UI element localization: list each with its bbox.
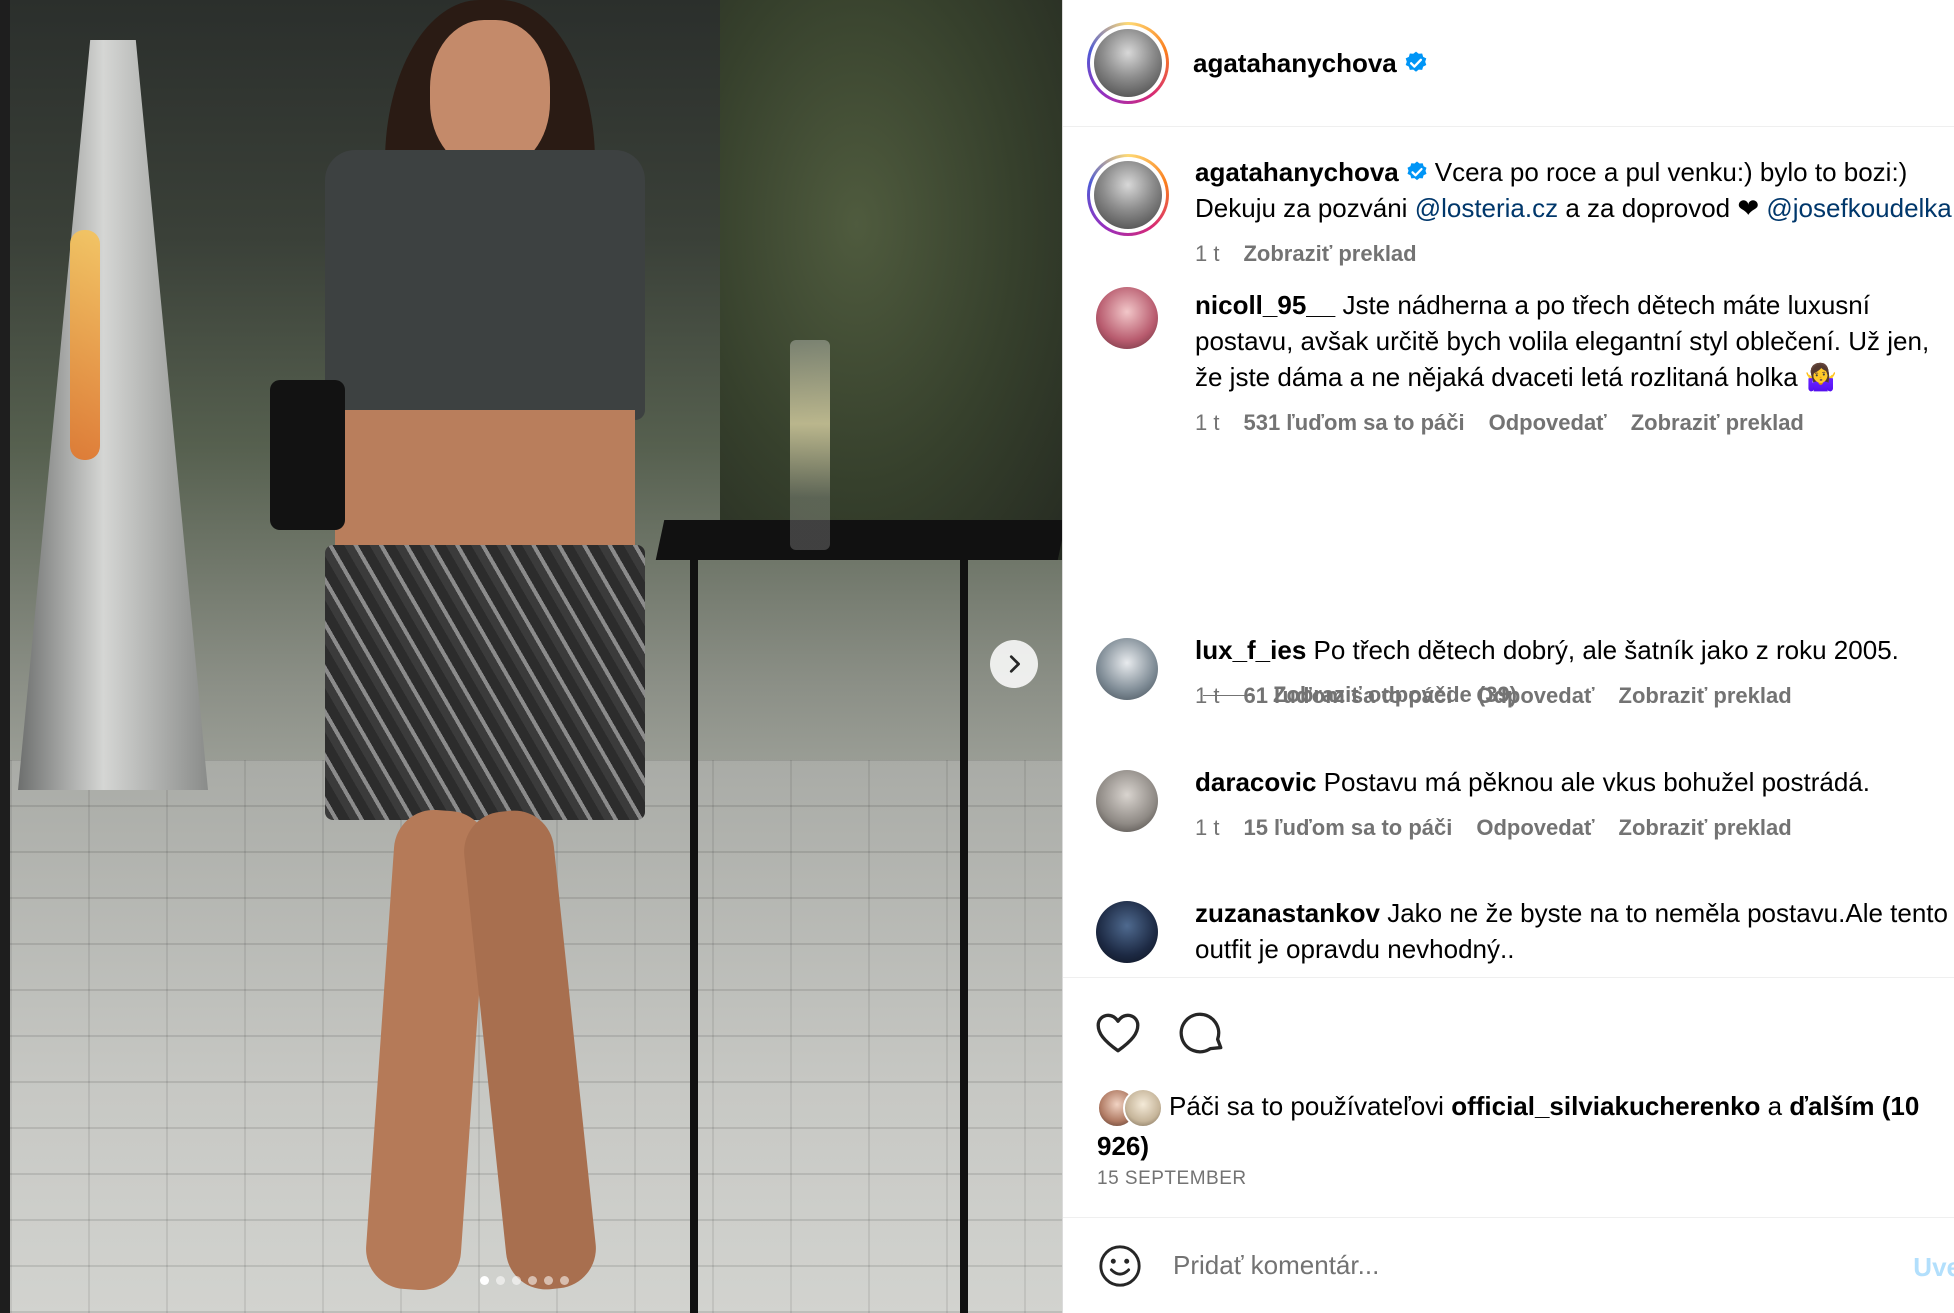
bar-table	[655, 520, 1062, 560]
table-leg	[690, 560, 698, 1313]
reply-button[interactable]: Odpovedať	[1476, 678, 1594, 714]
comment-username[interactable]: lux_f_ies	[1195, 635, 1306, 665]
carousel-dot	[480, 1276, 489, 1285]
caption-body: a za doprovod ❤	[1558, 193, 1767, 223]
comment-text: zuzanastankov Jako ne že byste na to nem…	[1195, 895, 1954, 967]
comment-username[interactable]: nicoll_95__	[1195, 290, 1335, 320]
caption-text: agatahanychova Vcera po roce a pul venku:…	[1195, 154, 1954, 226]
comment-body: Po třech dětech dobrý, ale šatník jako z…	[1313, 635, 1899, 665]
carousel-dot	[560, 1276, 569, 1285]
background-trees	[720, 0, 1062, 560]
comment-text: nicoll_95__ Jste nádherna a po třech dět…	[1195, 287, 1954, 395]
comment-meta: 1 t 61 ľuďom sa to páči Odpovedať Zobraz…	[1195, 678, 1954, 714]
timestamp[interactable]: 1 t	[1195, 405, 1219, 441]
commenter-avatar[interactable]	[1096, 287, 1158, 349]
carousel-dot	[512, 1276, 521, 1285]
caption-meta: 1 t Zobraziť preklad	[1195, 236, 1954, 272]
commenter-avatar[interactable]	[1096, 901, 1158, 963]
leg	[460, 806, 600, 1294]
post-side-panel: agatahanychova agatahanychova Vcera po ro…	[1062, 0, 1954, 1313]
next-slide-button[interactable]	[990, 640, 1038, 688]
emoji-icon[interactable]	[1097, 1243, 1143, 1289]
translate-button[interactable]: Zobraziť preklad	[1619, 678, 1792, 714]
patio-heater	[18, 40, 208, 790]
author-avatar[interactable]	[1087, 22, 1169, 104]
post-header: agatahanychova	[1063, 0, 1954, 127]
action-icons	[1093, 1008, 1227, 1058]
carousel-dots	[480, 1276, 569, 1285]
woman-figure	[230, 0, 650, 1313]
post-actions: Páči sa to používateľovi official_silvia…	[1063, 977, 1954, 1217]
carousel-dot	[496, 1276, 505, 1285]
chevron-right-icon	[1009, 655, 1020, 673]
liker-avatars	[1097, 1088, 1163, 1129]
heater-flame	[70, 230, 100, 460]
add-comment-bar: Uve	[1063, 1217, 1954, 1313]
carousel-dot	[528, 1276, 537, 1285]
window-edge	[0, 0, 10, 1313]
timestamp[interactable]: 1 t	[1195, 810, 1219, 846]
comment-meta: 1 t 531 ľuďom sa to páči Odpovedať Zobra…	[1195, 405, 1954, 441]
likes-mid: a	[1760, 1091, 1790, 1121]
caption-username[interactable]: agatahanychova	[1195, 157, 1399, 187]
comments-list: agatahanychova Vcera po roce a pul venku:…	[1063, 127, 1954, 977]
comment-username[interactable]: daracovic	[1195, 767, 1316, 797]
likes-count[interactable]: 531 ľuďom sa to páči	[1243, 405, 1464, 441]
likes-count[interactable]: 61 ľuďom sa to páči	[1243, 678, 1452, 714]
champagne-glass	[790, 340, 830, 550]
handbag	[270, 380, 345, 530]
commenter-avatar[interactable]	[1096, 770, 1158, 832]
sequin-skirt	[325, 545, 645, 820]
verified-badge-icon	[1407, 161, 1427, 181]
timestamp[interactable]: 1 t	[1195, 236, 1219, 272]
author-username[interactable]: agatahanychova	[1193, 48, 1397, 79]
verified-badge-icon	[1405, 51, 1427, 72]
face	[430, 20, 550, 170]
post-date[interactable]: 15 SEPTEMBER	[1097, 1168, 1247, 1190]
liker-avatar[interactable]	[1123, 1088, 1163, 1129]
comment-username[interactable]: zuzanastankov	[1195, 898, 1380, 928]
comment-text: daracovic Postavu má pěknou ale vkus boh…	[1195, 764, 1954, 800]
reply-button[interactable]: Odpovedať	[1489, 405, 1607, 441]
comment-input[interactable]	[1173, 1250, 1873, 1281]
timestamp[interactable]: 1 t	[1195, 678, 1219, 714]
comment-text: lux_f_ies Po třech dětech dobrý, ale šat…	[1195, 632, 1954, 668]
likes-prefix: Páči sa to používateľovi	[1169, 1091, 1452, 1121]
commenter-avatar[interactable]	[1096, 638, 1158, 700]
translate-button[interactable]: Zobraziť preklad	[1631, 405, 1804, 441]
mention-link[interactable]: @losteria.cz	[1415, 193, 1558, 223]
reply-button[interactable]: Odpovedať	[1476, 810, 1594, 846]
translate-button[interactable]: Zobraziť preklad	[1619, 810, 1792, 846]
post-comment-button[interactable]: Uve	[1913, 1252, 1954, 1283]
table-leg	[960, 560, 968, 1313]
caption-avatar[interactable]	[1087, 154, 1169, 236]
comment-body: Postavu má pěknou ale vkus bohužel postr…	[1323, 767, 1870, 797]
translate-button[interactable]: Zobraziť preklad	[1243, 236, 1416, 272]
carousel-dot	[544, 1276, 553, 1285]
mention-link[interactable]: @josefkoudelka	[1766, 193, 1951, 223]
comment-icon[interactable]	[1177, 1008, 1227, 1058]
midriff	[335, 410, 635, 550]
liker-username[interactable]: official_silviakucherenko	[1451, 1091, 1760, 1121]
crop-top	[325, 150, 645, 420]
likes-count[interactable]: 15 ľuďom sa to páči	[1243, 810, 1452, 846]
heart-icon[interactable]	[1093, 1008, 1143, 1058]
likes-summary: Páči sa to používateľovi official_silvia…	[1097, 1088, 1937, 1164]
post-photo[interactable]	[0, 0, 1062, 1313]
comment-meta: 1 t 15 ľuďom sa to páči Odpovedať Zobraz…	[1195, 810, 1954, 846]
